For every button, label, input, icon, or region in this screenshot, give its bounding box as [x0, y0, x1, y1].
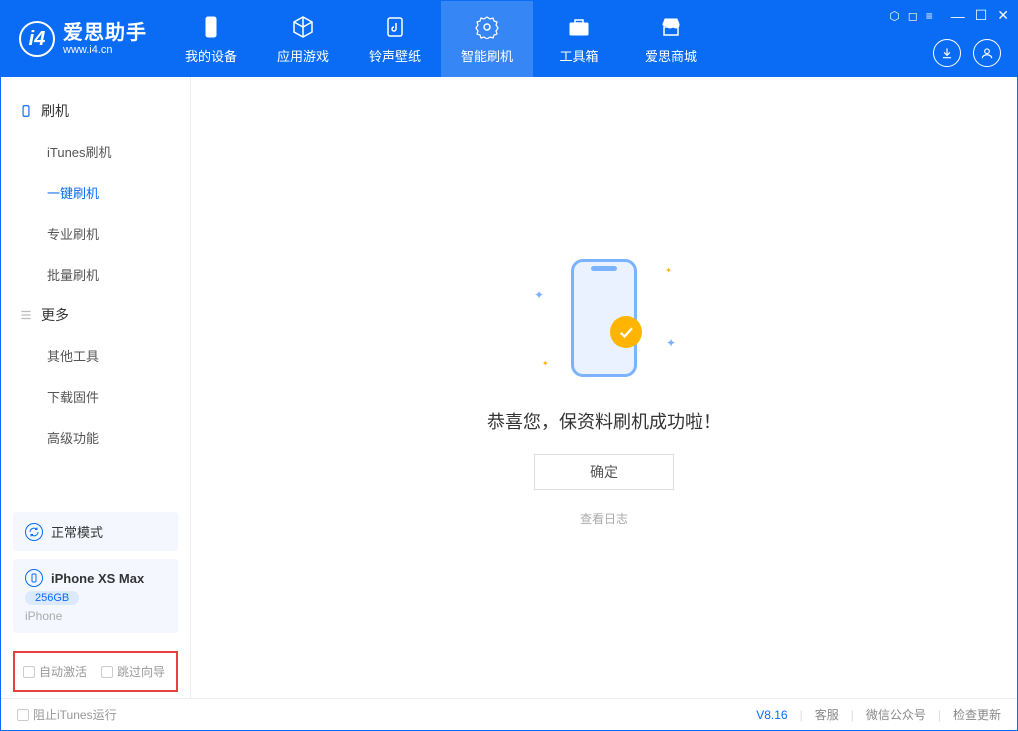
storage-badge: 256GB: [25, 591, 79, 605]
tab-toolbox[interactable]: 工具箱: [533, 1, 625, 77]
ok-button[interactable]: 确定: [534, 454, 674, 490]
main-tabs: 我的设备 应用游戏 铃声壁纸 智能刷机 工具箱 爱思商城: [165, 1, 717, 77]
main-content: ✦ ✦ ✦ ✦ 恭喜您，保资料刷机成功啦！ 确定 查看日志: [191, 77, 1017, 698]
list-icon: [19, 308, 33, 322]
success-check-icon: [610, 316, 642, 348]
tab-apps-games[interactable]: 应用游戏: [257, 1, 349, 77]
sidebar-section-flash: 刷机: [1, 91, 190, 131]
tab-label: 爱思商城: [645, 46, 697, 65]
check-auto-activate[interactable]: 自动激活: [23, 663, 87, 680]
tab-ringtones[interactable]: 铃声壁纸: [349, 1, 441, 77]
maximize-button[interactable]: ☐: [975, 7, 988, 24]
tab-smart-flash[interactable]: 智能刷机: [441, 1, 533, 77]
close-button[interactable]: ✕: [997, 7, 1009, 24]
refresh-badge-icon: [474, 14, 500, 40]
tab-label: 我的设备: [185, 46, 237, 65]
menu-icon[interactable]: ≡: [926, 9, 933, 23]
tab-label: 应用游戏: [277, 46, 329, 65]
device-type: iPhone: [25, 609, 62, 623]
download-manager-button[interactable]: [933, 39, 961, 67]
app-window: i4 爱思助手 www.i4.cn 我的设备 应用游戏 铃声壁纸 智能刷机: [0, 0, 1018, 731]
sidebar-item-pro-flash[interactable]: 专业刷机: [1, 213, 190, 254]
toolbox-icon: [566, 14, 592, 40]
phone-small-icon: [25, 569, 43, 587]
sidebar: 刷机 iTunes刷机 一键刷机 专业刷机 批量刷机 更多 其他工具 下载固件 …: [1, 77, 191, 698]
cube-icon: [290, 14, 316, 40]
status-link-update[interactable]: 检查更新: [953, 706, 1001, 723]
status-link-support[interactable]: 客服: [815, 706, 839, 723]
minimize-button[interactable]: ―: [951, 8, 965, 24]
store-icon: [658, 14, 684, 40]
app-logo: i4 爱思助手 www.i4.cn: [1, 21, 165, 57]
device-icon: [19, 104, 33, 118]
success-illustration: ✦ ✦ ✦ ✦: [514, 248, 694, 388]
success-message: 恭喜您，保资料刷机成功啦！: [487, 408, 721, 434]
status-link-wechat[interactable]: 微信公众号: [866, 706, 926, 723]
view-log-link[interactable]: 查看日志: [580, 510, 628, 527]
feedback-icon[interactable]: ◻: [908, 9, 918, 23]
sidebar-item-advanced[interactable]: 高级功能: [1, 417, 190, 458]
music-file-icon: [382, 14, 408, 40]
tab-label: 智能刷机: [461, 46, 513, 65]
highlighted-checks: 自动激活 跳过向导: [13, 651, 178, 692]
titlebar: i4 爱思助手 www.i4.cn 我的设备 应用游戏 铃声壁纸 智能刷机: [1, 1, 1017, 77]
app-url: www.i4.cn: [63, 44, 147, 56]
app-name: 爱思助手: [63, 22, 147, 44]
sidebar-section-more: 更多: [1, 295, 190, 335]
check-skip-guide[interactable]: 跳过向导: [101, 663, 165, 680]
tab-store[interactable]: 爱思商城: [625, 1, 717, 77]
sidebar-item-other-tools[interactable]: 其他工具: [1, 335, 190, 376]
tshirt-icon[interactable]: ⬡: [889, 9, 899, 23]
logo-icon: i4: [19, 21, 55, 57]
sidebar-item-oneclick-flash[interactable]: 一键刷机: [1, 172, 190, 213]
window-controls: ⬡ ◻ ≡ ― ☐ ✕: [889, 7, 1009, 24]
account-button[interactable]: [973, 39, 1001, 67]
check-block-itunes[interactable]: 阻止iTunes运行: [17, 706, 117, 723]
tab-label: 工具箱: [559, 46, 598, 65]
tab-my-device[interactable]: 我的设备: [165, 1, 257, 77]
device-name: iPhone XS Max: [51, 571, 144, 586]
tab-label: 铃声壁纸: [369, 46, 421, 65]
sidebar-item-itunes-flash[interactable]: iTunes刷机: [1, 131, 190, 172]
device-panel[interactable]: iPhone XS Max 256GB iPhone: [13, 559, 178, 633]
statusbar: 阻止iTunes运行 V8.16 | 客服 | 微信公众号 | 检查更新: [1, 698, 1017, 730]
sidebar-item-download-firmware[interactable]: 下载固件: [1, 376, 190, 417]
mode-label: 正常模式: [51, 522, 103, 541]
sync-icon: [25, 523, 43, 541]
phone-icon: [198, 14, 224, 40]
version-label: V8.16: [756, 708, 787, 722]
sidebar-item-batch-flash[interactable]: 批量刷机: [1, 254, 190, 295]
mode-panel[interactable]: 正常模式: [13, 512, 178, 551]
